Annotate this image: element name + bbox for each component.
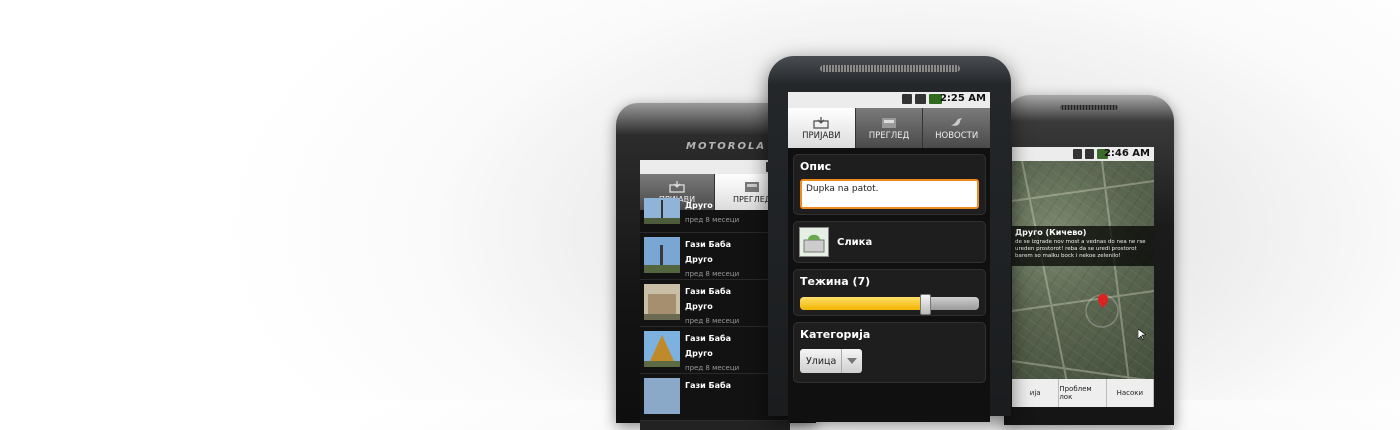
speaker-grille [820, 65, 960, 72]
report-thumbnail [644, 331, 680, 367]
tab-label: ПРИЈАВИ [802, 130, 841, 141]
tab-report[interactable]: ПРИЈАВИ [788, 108, 856, 148]
status-time: 2:25 AM [939, 93, 986, 104]
speaker-grille [1060, 105, 1118, 110]
report-thumbnail [644, 198, 680, 224]
item-category: Друго [685, 302, 713, 311]
image-label: Слика [837, 236, 873, 248]
inbox-icon [813, 116, 829, 129]
map-pin-icon[interactable] [1098, 294, 1108, 308]
item-time: пред 8 месеци [685, 270, 740, 278]
severity-title: Тежина (7) [800, 275, 871, 288]
signal-icon [1085, 149, 1094, 159]
category-select[interactable]: Улица [800, 349, 862, 373]
bird-icon [950, 117, 962, 126]
status-time: 2:46 AM [1103, 148, 1150, 159]
directions-button[interactable]: Насоки [1107, 379, 1154, 407]
tray-icon [745, 182, 759, 192]
image-picker-icon[interactable] [799, 227, 829, 257]
category-panel: Категорија Улица [793, 322, 986, 383]
item-category: Друго [685, 201, 713, 210]
status-bar: 2:25 AM [788, 92, 990, 108]
bottom-button[interactable]: ија [1012, 379, 1060, 407]
category-title: Категорија [800, 328, 871, 341]
popup-description: de se izgrade nov most a vednas do nea n… [1015, 239, 1146, 259]
network-icon [902, 94, 912, 104]
chevron-down-icon [840, 349, 862, 373]
item-category: Друго [685, 255, 713, 264]
slider-thumb[interactable] [920, 294, 931, 315]
item-time: пред 8 месеци [685, 317, 740, 325]
center-phone-screen: 2:25 AM ПРИЈАВИ ПРЕГЛЕД НОВОСТИ Опис Dup… [788, 92, 990, 422]
report-thumbnail [644, 378, 680, 414]
right-phone: 2:46 AM Друго (Кичево) de se izgrade nov… [1004, 95, 1174, 425]
report-thumbnail [644, 237, 680, 273]
tab-label: НОВОСТИ [935, 130, 979, 141]
inbox-icon [669, 181, 685, 193]
slider-fill [800, 297, 925, 310]
item-time: пред 8 месеци [685, 216, 740, 224]
map-bottom-bar: ија Проблем лок Насоки [1012, 379, 1154, 407]
item-place: Гази Баба [685, 334, 732, 343]
signal-icon [915, 94, 926, 104]
item-place: Гази Баба [685, 287, 732, 296]
right-phone-screen: 2:46 AM Друго (Кичево) de se izgrade nov… [1012, 147, 1154, 407]
category-value: Улица [806, 355, 837, 367]
item-time: пред 8 месеци [685, 364, 740, 372]
tab-label: ПРЕГЛЕД [868, 130, 910, 141]
tray-icon [882, 117, 896, 128]
report-thumbnail [644, 284, 680, 320]
network-icon [1073, 149, 1082, 159]
description-input[interactable]: Dupka na patot. [800, 179, 979, 209]
severity-panel: Тежина (7) [793, 269, 986, 316]
item-place: Гази Баба [685, 240, 732, 249]
tab-bar: ПРИЈАВИ ПРЕГЛЕД НОВОСТИ [788, 108, 990, 148]
item-category: Друго [685, 349, 713, 358]
map-info-popup[interactable]: Друго (Кичево) de se izgrade nov most a … [1012, 226, 1154, 266]
image-panel[interactable]: Слика [793, 221, 986, 263]
description-title: Опис [800, 160, 832, 173]
popup-title: Друго (Кичево) [1015, 228, 1087, 237]
map-roads [1012, 161, 1154, 407]
tab-overview[interactable]: ПРЕГЛЕД [855, 108, 924, 148]
description-panel: Опис Dupka na patot. [793, 154, 986, 215]
photo-icon [803, 234, 825, 253]
center-phone: 2:25 AM ПРИЈАВИ ПРЕГЛЕД НОВОСТИ Опис Dup… [768, 56, 1011, 422]
problem-location-button[interactable]: Проблем лок [1059, 379, 1107, 407]
status-bar: 2:46 AM [1012, 147, 1154, 161]
severity-slider[interactable] [800, 294, 979, 315]
mouse-cursor-icon [1138, 329, 1146, 340]
map-view[interactable] [1012, 161, 1154, 407]
phone-brand-label: MOTOROLA [686, 141, 767, 152]
item-place: Гази Баба [685, 381, 732, 390]
tab-news[interactable]: НОВОСТИ [923, 108, 990, 148]
